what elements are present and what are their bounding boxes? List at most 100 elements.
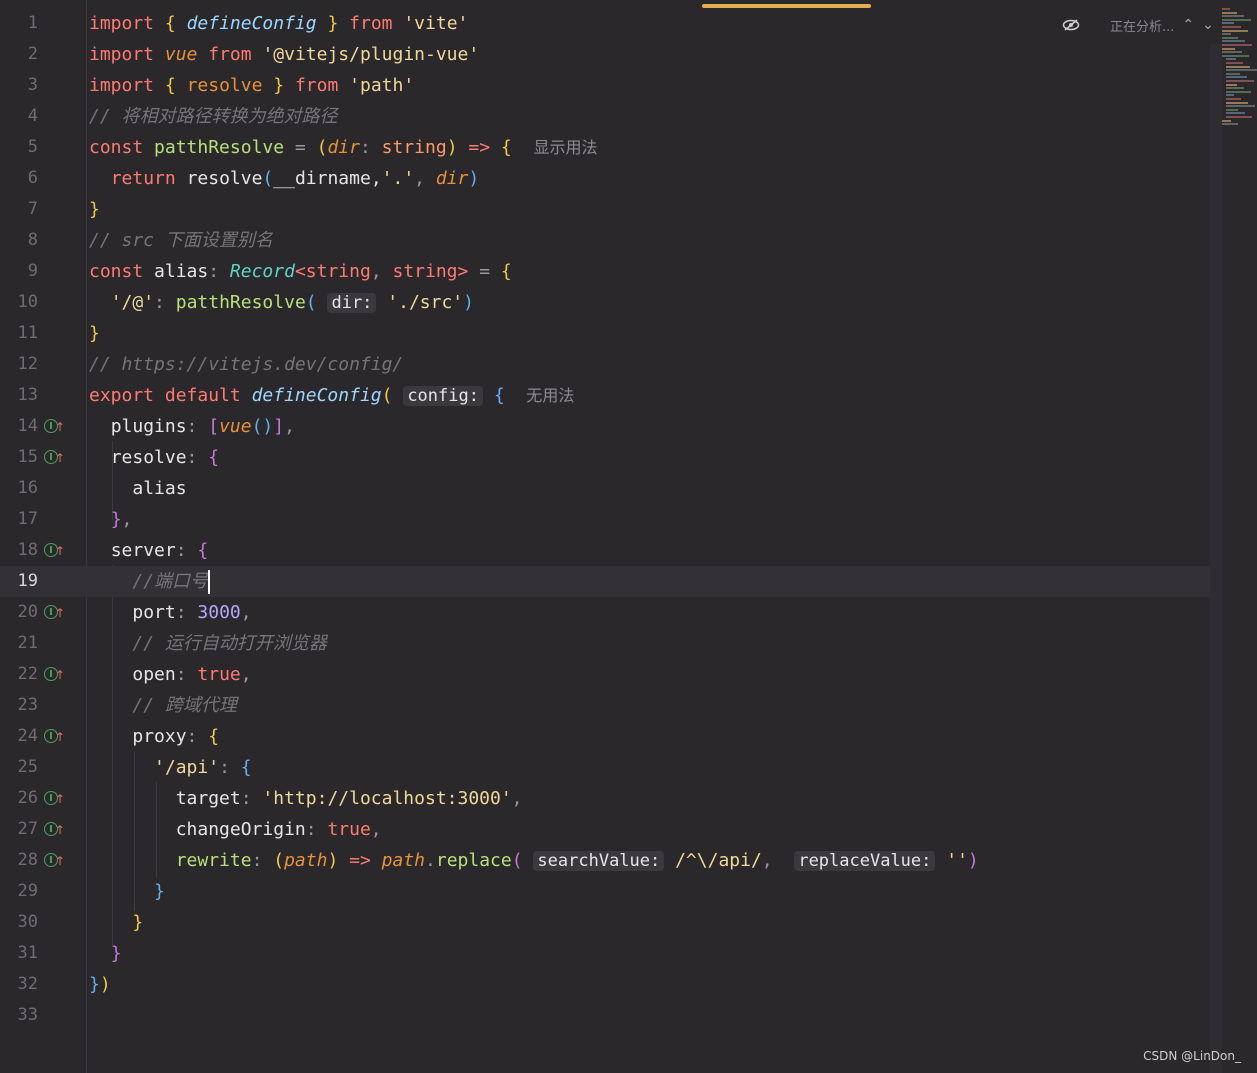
code-line[interactable]: 2 import vue from '@vitejs/plugin-vue' bbox=[0, 39, 1210, 70]
line-number[interactable]: 14 bbox=[0, 411, 38, 442]
line-number[interactable]: 19 bbox=[0, 566, 38, 597]
line-number[interactable]: 3 bbox=[0, 70, 38, 101]
line-number[interactable]: 15 bbox=[0, 442, 38, 473]
implementation-gutter-icon[interactable]: I ↑ bbox=[44, 603, 65, 621]
code-content[interactable]: import { resolve } from 'path' bbox=[89, 70, 414, 101]
code-content[interactable]: }) bbox=[89, 969, 111, 1000]
implementation-gutter-icon[interactable]: I ↑ bbox=[44, 727, 65, 745]
code-content[interactable]: }, bbox=[89, 504, 133, 535]
code-line[interactable]: 9 const alias: Record<string, string> = { bbox=[0, 256, 1210, 287]
code-content[interactable]: //端口号 bbox=[89, 566, 211, 597]
code-line[interactable]: 13 export default defineConfig( config: {… bbox=[0, 380, 1210, 411]
code-line[interactable]: 6 return resolve(__dirname,'.', dir) bbox=[0, 163, 1210, 194]
implementation-gutter-icon[interactable]: I ↑ bbox=[44, 851, 65, 869]
line-number[interactable]: 33 bbox=[0, 1000, 38, 1031]
code-line[interactable]: 22 I ↑ open: true, bbox=[0, 659, 1210, 690]
code-line[interactable]: 33 bbox=[0, 1000, 1210, 1031]
code-line[interactable]: 3 import { resolve } from 'path' bbox=[0, 70, 1210, 101]
code-line[interactable]: 28 I ↑ rewrite: (path) => path.replace( se… bbox=[0, 845, 1210, 876]
line-number[interactable]: 4 bbox=[0, 101, 38, 132]
line-number[interactable]: 11 bbox=[0, 318, 38, 349]
code-line[interactable]: 8 // src 下面设置别名 bbox=[0, 225, 1210, 256]
line-number[interactable]: 31 bbox=[0, 938, 38, 969]
line-number[interactable]: 23 bbox=[0, 690, 38, 721]
line-number[interactable]: 6 bbox=[0, 163, 38, 194]
minimap[interactable] bbox=[1222, 8, 1257, 138]
code-line[interactable]: 17 }, bbox=[0, 504, 1210, 535]
vertical-scrollbar[interactable] bbox=[1210, 44, 1222, 1073]
code-content[interactable]: import { defineConfig } from 'vite' bbox=[89, 8, 468, 39]
code-content[interactable]: // https://vitejs.dev/config/ bbox=[89, 349, 403, 380]
code-line[interactable]: 23 // 跨域代理 bbox=[0, 690, 1210, 721]
code-content[interactable]: const patthResolve = (dir: string) => { … bbox=[89, 132, 597, 163]
code-content[interactable]: proxy: { bbox=[89, 721, 219, 752]
code-line[interactable]: 30 } bbox=[0, 907, 1210, 938]
line-number[interactable]: 20 bbox=[0, 597, 38, 628]
code-line[interactable]: 1 import { defineConfig } from 'vite' bbox=[0, 8, 1210, 39]
code-content[interactable]: '/@': patthResolve( dir: './src') bbox=[89, 287, 474, 319]
line-number[interactable]: 12 bbox=[0, 349, 38, 380]
code-line[interactable]: 7} bbox=[0, 194, 1210, 225]
line-number[interactable]: 17 bbox=[0, 504, 38, 535]
line-number[interactable]: 5 bbox=[0, 132, 38, 163]
code-content[interactable]: target: 'http://localhost:3000', bbox=[89, 783, 523, 814]
implementation-gutter-icon[interactable]: I ↑ bbox=[44, 541, 65, 559]
code-content[interactable]: server: { bbox=[89, 535, 209, 566]
code-content[interactable]: } bbox=[89, 938, 122, 969]
usage-hint[interactable]: 显示用法 bbox=[533, 138, 597, 157]
code-content[interactable]: import vue from '@vitejs/plugin-vue' bbox=[89, 39, 479, 70]
line-number[interactable]: 1 bbox=[0, 8, 38, 39]
implementation-gutter-icon[interactable]: I ↑ bbox=[44, 448, 65, 466]
code-line[interactable]: 14 I ↑ plugins: [vue()], bbox=[0, 411, 1210, 442]
line-number[interactable]: 18 bbox=[0, 535, 38, 566]
implementation-gutter-icon[interactable]: I ↑ bbox=[44, 789, 65, 807]
line-number[interactable]: 24 bbox=[0, 721, 38, 752]
code-line[interactable]: 26 I ↑ target: 'http://localhost:3000', bbox=[0, 783, 1210, 814]
code-editor[interactable]: 正在分析... ⌃ ⌄ 1 import { defineConfig } fro… bbox=[0, 0, 1257, 1073]
code-content[interactable]: plugins: [vue()], bbox=[89, 411, 295, 442]
code-line[interactable]: 24 I ↑ proxy: { bbox=[0, 721, 1210, 752]
code-line[interactable]: 21 // 运行自动打开浏览器 bbox=[0, 628, 1210, 659]
code-line[interactable]: 15 I ↑ resolve: { bbox=[0, 442, 1210, 473]
code-content[interactable]: changeOrigin: true, bbox=[89, 814, 382, 845]
line-number[interactable]: 9 bbox=[0, 256, 38, 287]
code-content[interactable]: // 跨域代理 bbox=[89, 690, 237, 721]
line-number[interactable]: 7 bbox=[0, 194, 38, 225]
line-number[interactable]: 26 bbox=[0, 783, 38, 814]
code-content[interactable]: } bbox=[89, 876, 165, 907]
line-number[interactable]: 28 bbox=[0, 845, 38, 876]
line-number[interactable]: 27 bbox=[0, 814, 38, 845]
line-number[interactable]: 25 bbox=[0, 752, 38, 783]
code-content[interactable]: return resolve(__dirname,'.', dir) bbox=[89, 163, 480, 194]
line-number[interactable]: 30 bbox=[0, 907, 38, 938]
code-content[interactable]: } bbox=[89, 907, 143, 938]
implementation-gutter-icon[interactable]: I ↑ bbox=[44, 820, 65, 838]
line-number[interactable]: 8 bbox=[0, 225, 38, 256]
code-line[interactable]: 19 //端口号 bbox=[0, 566, 1210, 597]
code-content[interactable]: const alias: Record<string, string> = { bbox=[89, 256, 512, 287]
code-content[interactable]: // 运行自动打开浏览器 bbox=[89, 628, 327, 659]
code-content[interactable]: '/api': { bbox=[89, 752, 252, 783]
code-line[interactable]: 27 I ↑ changeOrigin: true, bbox=[0, 814, 1210, 845]
code-line[interactable]: 10 '/@': patthResolve( dir: './src') bbox=[0, 287, 1210, 318]
line-number[interactable]: 13 bbox=[0, 380, 38, 411]
code-line[interactable]: 4 // 将相对路径转换为绝对路径 bbox=[0, 101, 1210, 132]
line-number[interactable]: 32 bbox=[0, 969, 38, 1000]
code-line[interactable]: 18 I ↑ server: { bbox=[0, 535, 1210, 566]
code-content[interactable]: rewrite: (path) => path.replace( searchV… bbox=[89, 845, 979, 877]
code-content[interactable]: port: 3000, bbox=[89, 597, 251, 628]
code-content[interactable]: // 将相对路径转换为绝对路径 bbox=[89, 101, 338, 132]
usage-hint[interactable]: 无用法 bbox=[526, 386, 574, 405]
code-content[interactable]: open: true, bbox=[89, 659, 251, 690]
code-line[interactable]: 5 const patthResolve = (dir: string) => {… bbox=[0, 132, 1210, 163]
line-number[interactable]: 22 bbox=[0, 659, 38, 690]
line-number[interactable]: 21 bbox=[0, 628, 38, 659]
code-content[interactable]: export default defineConfig( config: { 无… bbox=[89, 380, 574, 412]
code-line[interactable]: 12 // https://vitejs.dev/config/ bbox=[0, 349, 1210, 380]
code-line[interactable]: 32}) bbox=[0, 969, 1210, 1000]
code-line[interactable]: 16 alias bbox=[0, 473, 1210, 504]
line-number[interactable]: 29 bbox=[0, 876, 38, 907]
line-number[interactable]: 2 bbox=[0, 39, 38, 70]
code-content[interactable]: resolve: { bbox=[89, 442, 219, 473]
implementation-gutter-icon[interactable]: I ↑ bbox=[44, 417, 65, 435]
